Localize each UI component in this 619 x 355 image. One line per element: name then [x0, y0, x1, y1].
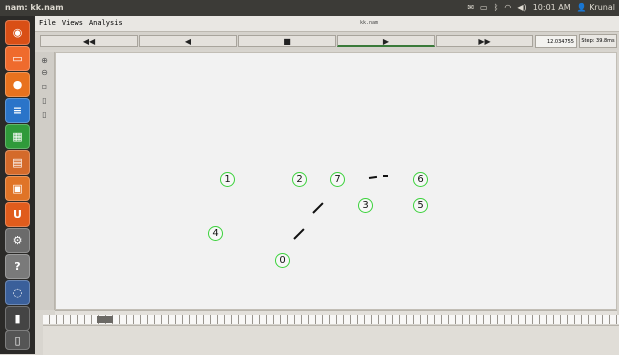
- packet: [368, 175, 378, 179]
- tool-strip: ⊕ ⊖ ▫ ▯ ▯: [35, 52, 55, 310]
- time-display: 12.034755: [535, 35, 577, 48]
- zoom-in-icon[interactable]: ⊕: [39, 56, 50, 65]
- wifi-icon[interactable]: ◠: [504, 0, 511, 16]
- settings-icon[interactable]: ⚙: [5, 228, 30, 253]
- menu-file[interactable]: File: [39, 16, 56, 31]
- node-4[interactable]: 4: [208, 226, 223, 241]
- help-icon[interactable]: ?: [5, 254, 30, 279]
- menu-analysis[interactable]: Analysis: [89, 16, 123, 31]
- node-6[interactable]: 6: [413, 172, 428, 187]
- zoom-out-icon[interactable]: ⊖: [39, 68, 50, 77]
- node-7[interactable]: 7: [330, 172, 345, 187]
- node-3[interactable]: 3: [358, 198, 373, 213]
- mail-icon[interactable]: ✉: [467, 0, 474, 16]
- packet: [293, 228, 305, 240]
- timeline-ticks: [43, 315, 619, 324]
- step-back-button[interactable]: ◀: [139, 35, 237, 47]
- rewind-button[interactable]: ◀◀: [40, 35, 138, 47]
- impress-icon[interactable]: ▤: [5, 150, 30, 175]
- timeline-handle[interactable]: [97, 316, 113, 323]
- dash-icon[interactable]: ◉: [5, 20, 30, 45]
- window-title: nam: kk.nam: [5, 3, 64, 12]
- files-icon[interactable]: ▭: [5, 46, 30, 71]
- play-button[interactable]: ▶: [337, 35, 435, 47]
- top-panel: nam: kk.nam ✉ ▭ ᛒ ◠ ◀) 10:01 AM 👤 Krunal: [0, 0, 619, 16]
- node-0[interactable]: 0: [275, 253, 290, 268]
- menubar: File Views Analysis kk.nam: [35, 16, 619, 32]
- fast-forward-button[interactable]: ▶▶: [436, 35, 533, 47]
- volume-icon[interactable]: ◀): [517, 0, 526, 16]
- firefox-icon[interactable]: ●: [5, 72, 30, 97]
- writer-icon[interactable]: ≡: [5, 98, 30, 123]
- network-canvas[interactable]: 1 2 7 6 3 5 4 0: [55, 52, 617, 310]
- nam-window: File Views Analysis kk.nam ◀◀ ◀ ■ ▶ ▶▶ 1…: [35, 16, 619, 355]
- tool-b-icon[interactable]: ▯: [39, 110, 50, 119]
- file-name-label: kk.nam: [360, 20, 379, 26]
- trash-icon[interactable]: ▯: [5, 330, 30, 350]
- terminal-icon[interactable]: ▮: [5, 306, 30, 331]
- playback-controls: ◀◀ ◀ ■ ▶ ▶▶ 12.034755 Step: 39.8ms: [35, 32, 619, 50]
- packet: [312, 202, 324, 214]
- user-name[interactable]: 👤 Krunal: [577, 0, 615, 16]
- node-2[interactable]: 2: [292, 172, 307, 187]
- clock[interactable]: 10:01 AM: [533, 0, 571, 16]
- annotation-panel: [43, 325, 619, 355]
- calc-icon[interactable]: ▦: [5, 124, 30, 149]
- status-area: ✉ ▭ ᛒ ◠ ◀) 10:01 AM 👤 Krunal: [467, 0, 615, 16]
- user-label: Krunal: [589, 3, 615, 12]
- stop-button[interactable]: ■: [238, 35, 336, 47]
- launcher: ◉ ▭ ● ≡ ▦ ▤ ▣ U ⚙ ? ◌ ▮ ▯: [0, 16, 35, 354]
- node-1[interactable]: 1: [220, 172, 235, 187]
- fit-icon[interactable]: ▫: [39, 82, 50, 91]
- software-center-icon[interactable]: ▣: [5, 176, 30, 201]
- bluetooth-icon[interactable]: ᛒ: [494, 0, 499, 16]
- menu-views[interactable]: Views: [62, 16, 83, 31]
- step-button[interactable]: Step: 39.8ms: [579, 34, 617, 48]
- node-5[interactable]: 5: [413, 198, 428, 213]
- timeline-slider[interactable]: [43, 315, 619, 324]
- packet: [383, 175, 388, 177]
- workspaces-icon[interactable]: ◌: [5, 280, 30, 305]
- battery-icon[interactable]: ▭: [480, 0, 488, 16]
- tool-a-icon[interactable]: ▯: [39, 96, 50, 105]
- ubuntu-one-icon[interactable]: U: [5, 202, 30, 227]
